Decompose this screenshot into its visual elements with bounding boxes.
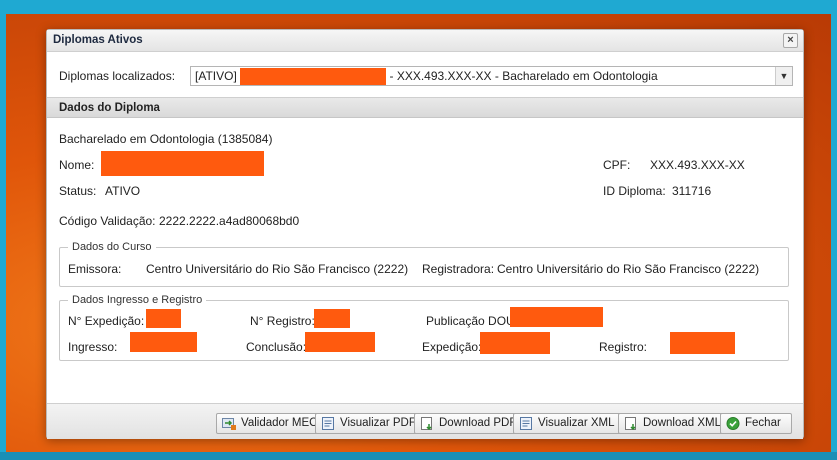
nome-label: Nome: [59,158,95,172]
publicacao-dou-label: Publicação DOU: [426,314,519,328]
diplomas-localizados-label: Diplomas localizados: [59,69,176,83]
expedicao-label: Expedição: [422,340,482,354]
dialog-footer: Validador MEC Visualizar PDF Download PD… [47,403,803,439]
redacted-n-expedicao [146,309,181,328]
redacted-n-registro [314,309,350,328]
close-icon[interactable]: × [783,33,798,48]
validador-mec-button[interactable]: Validador MEC [216,413,325,434]
redacted-conclusao [305,332,375,352]
dados-curso-group: Dados do Curso Emissora: Centro Universi… [59,241,789,287]
redacted-name [240,68,387,85]
visualizar-xml-button[interactable]: Visualizar XML [513,413,622,434]
id-diploma-label: ID Diploma: [603,184,666,198]
emissora-label: Emissora: [68,262,122,276]
course-line: Bacharelado em Odontologia (1385084) [59,132,273,146]
background-top-band [0,0,837,14]
cpf-label: CPF: [603,158,631,172]
download-pdf-label: Download PDF [439,417,517,429]
conclusao-label: Conclusão: [246,340,307,354]
redacted-registro [670,332,735,354]
n-expedicao-label: N° Expedição: [68,314,145,328]
registradora-label: Registradora: [422,262,495,276]
redacted-publicacao-dou [510,307,603,327]
emissora-value: Centro Universitário do Rio São Francisc… [146,262,409,276]
section-dados-diploma: Dados do Diploma [47,97,803,118]
redacted-ingresso [130,332,197,352]
download-xml-button[interactable]: Download XML [618,413,728,434]
document-view-icon [520,417,532,430]
diploma-selector-row: Diplomas localizados: [ATIVO] - XXX.493.… [59,66,793,86]
select-suffix: - XXX.493.XXX-XX - Bacharelado em Odonto… [389,69,658,83]
download-pdf-button[interactable]: Download PDF [414,413,524,434]
dados-ingresso-group: Dados Ingresso e Registro N° Expedição: … [59,294,789,361]
download-xml-label: Download XML [643,417,721,429]
fechar-label: Fechar [745,417,781,429]
registro-label: Registro: [599,340,648,354]
select-status-prefix: [ATIVO] [195,69,237,83]
registradora-value: Centro Universitário do Rio São Francisc… [497,262,760,276]
dialog-header: Diplomas Ativos × [47,30,803,52]
fechar-button[interactable]: Fechar [720,413,792,434]
dialog-title: Diplomas Ativos [53,34,143,46]
diplomas-dialog: Diplomas Ativos × Diplomas localizados: … [46,29,804,439]
document-download-icon [625,417,636,430]
id-diploma-value: 311716 [672,184,712,198]
dados-curso-legend: Dados do Curso [68,241,156,253]
validador-mec-label: Validador MEC [241,417,318,429]
redacted-nome [101,151,264,176]
codigo-validacao-value: 2222.2222.a4ad80068bd0 [159,214,300,228]
n-registro-label: N° Registro: [250,314,315,328]
check-circle-icon [726,417,740,430]
ingresso-label: Ingresso: [68,340,118,354]
diploma-select[interactable]: [ATIVO] - XXX.493.XXX-XX - Bacharelado e… [190,66,793,86]
document-view-icon [322,417,334,430]
background-bottom-band [0,452,837,460]
document-download-icon [421,417,432,430]
cpf-value: XXX.493.XXX-XX [650,158,745,172]
status-value: ATIVO [105,184,141,198]
redacted-expedicao [480,332,550,354]
status-label: Status: [59,184,97,198]
codigo-validacao-label: Código Validação: [59,214,156,228]
diploma-details: Bacharelado em Odontologia (1385084) Nom… [47,118,803,403]
dados-ingresso-legend: Dados Ingresso e Registro [68,294,207,306]
chevron-down-icon[interactable]: ▼ [775,67,792,85]
validator-icon [222,418,236,430]
visualizar-pdf-button[interactable]: Visualizar PDF [315,413,423,434]
background-left-band [0,0,6,460]
visualizar-pdf-label: Visualizar PDF [340,417,416,429]
visualizar-xml-label: Visualizar XML [538,417,615,429]
background-right-band [831,0,837,460]
